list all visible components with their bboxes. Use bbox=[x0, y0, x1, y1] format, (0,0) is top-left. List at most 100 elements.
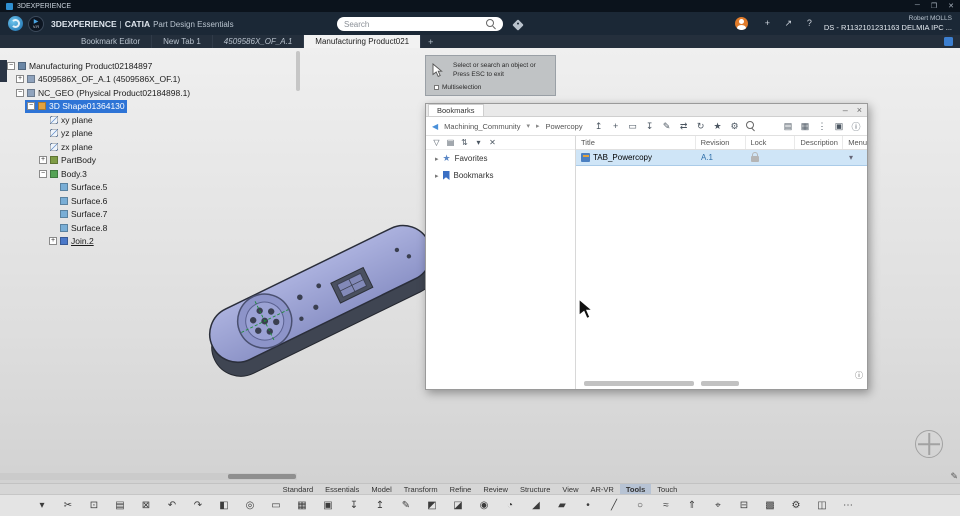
bookmark-row-selected[interactable]: TAB_Powercopy A.1 ▾ bbox=[576, 150, 867, 166]
tree-expander[interactable] bbox=[49, 183, 57, 191]
extrude-icon[interactable]: ⇑ bbox=[684, 500, 700, 511]
tree-expander[interactable]: + bbox=[16, 75, 24, 84]
group-icon[interactable]: ▤ bbox=[446, 138, 455, 147]
upload-icon[interactable]: ↥ bbox=[594, 121, 604, 132]
column-header-title[interactable]: Title bbox=[576, 136, 696, 149]
material-icon[interactable]: ▩ bbox=[762, 500, 778, 511]
tree-expander[interactable] bbox=[49, 210, 57, 218]
workspace-tab[interactable]: Manufacturing Product021 bbox=[304, 35, 422, 48]
view-icon[interactable]: ◫ bbox=[814, 500, 830, 511]
tree-item[interactable]: + 4509586X_OF_A.1 (4509586X_OF.1) bbox=[14, 73, 182, 87]
hscroll-thumb[interactable] bbox=[584, 381, 694, 386]
compass-logo-icon[interactable] bbox=[8, 16, 23, 31]
refresh-icon[interactable]: ↻ bbox=[696, 121, 706, 132]
section-icon[interactable]: ⊟ bbox=[736, 500, 752, 511]
cut-icon[interactable]: ✂ bbox=[60, 500, 76, 511]
info-icon[interactable]: ⓘ bbox=[855, 372, 863, 380]
edit-icon[interactable]: ✎ bbox=[662, 121, 672, 132]
expander-icon[interactable]: ▸ bbox=[435, 155, 439, 163]
search-icon[interactable] bbox=[486, 19, 496, 29]
settings-icon[interactable]: ⚙ bbox=[730, 121, 740, 132]
add-icon[interactable]: + bbox=[611, 121, 621, 131]
search-input[interactable]: Search bbox=[337, 17, 503, 31]
tree-expander[interactable] bbox=[49, 197, 57, 205]
settings-icon[interactable]: ⚙ bbox=[788, 500, 804, 511]
ribbon-tab[interactable]: Structure bbox=[514, 484, 556, 494]
print-icon[interactable]: ▦ bbox=[294, 500, 310, 511]
tree-item[interactable]: − NC_GEO (Physical Product02184898.1) bbox=[14, 86, 192, 100]
column-header-lock[interactable]: Lock bbox=[746, 136, 796, 149]
fillet-icon[interactable]: ◔ bbox=[502, 500, 518, 511]
measure-icon[interactable]: ⌖ bbox=[710, 500, 726, 511]
breadcrumb-caret-icon[interactable]: ▾ bbox=[526, 122, 530, 130]
tree-expander[interactable]: − bbox=[27, 102, 35, 111]
download-icon[interactable]: ↧ bbox=[645, 121, 655, 132]
tree-item[interactable]: xy plane bbox=[37, 113, 95, 127]
favorite-icon[interactable]: ★ bbox=[713, 121, 723, 132]
hscroll-thumb[interactable] bbox=[701, 381, 739, 386]
hole-icon[interactable]: ◉ bbox=[476, 500, 492, 511]
tree-expander[interactable]: − bbox=[16, 88, 24, 97]
tree-item[interactable]: + Join.2 bbox=[47, 235, 96, 249]
tree-expander[interactable] bbox=[39, 143, 47, 151]
list-view-icon[interactable]: ▤ bbox=[783, 121, 793, 132]
tree-item[interactable]: Surface.5 bbox=[47, 181, 109, 195]
options-chevron-icon[interactable]: ▾ bbox=[34, 500, 50, 511]
pocket-icon[interactable]: ◪ bbox=[450, 500, 466, 511]
multiselection-checkbox[interactable] bbox=[434, 85, 439, 91]
tree-expander[interactable]: − bbox=[39, 169, 47, 178]
tree-item[interactable]: Surface.7 bbox=[47, 208, 109, 222]
column-header-revision[interactable]: Revision bbox=[696, 136, 746, 149]
add-icon[interactable]: + bbox=[762, 18, 773, 28]
import-icon[interactable]: ↧ bbox=[346, 500, 362, 511]
info-icon[interactable]: ⓘ bbox=[851, 120, 861, 133]
ribbon-tab[interactable]: Model bbox=[365, 484, 397, 494]
paste-icon[interactable]: ▤ bbox=[112, 500, 128, 511]
line-icon[interactable]: ╱ bbox=[606, 500, 622, 511]
panel-search-icon[interactable] bbox=[745, 121, 756, 131]
tree-expander[interactable]: + bbox=[39, 156, 47, 165]
more-icon[interactable]: ⋮ bbox=[817, 121, 827, 132]
spline-icon[interactable]: ≈ bbox=[658, 500, 674, 511]
tag-icon[interactable] bbox=[512, 19, 524, 31]
help-icon[interactable]: ? bbox=[804, 18, 815, 28]
panel-close-button[interactable]: × bbox=[857, 105, 862, 115]
panel-layout-icon[interactable] bbox=[944, 37, 953, 46]
bookmarks-panel-tab[interactable]: Bookmarks bbox=[428, 104, 484, 116]
paint-icon[interactable]: ◧ bbox=[216, 500, 232, 511]
annotate-pencil-icon[interactable]: ✎ bbox=[950, 471, 958, 482]
breadcrumb-current[interactable]: Powercopy bbox=[545, 122, 582, 131]
transfer-icon[interactable]: ⇄ bbox=[679, 121, 689, 132]
close-button[interactable]: ✕ bbox=[948, 2, 954, 10]
tree-scrollbar[interactable] bbox=[296, 51, 300, 91]
workspace-tab[interactable]: New Tab 1 bbox=[152, 35, 213, 48]
export-icon[interactable]: ↥ bbox=[372, 500, 388, 511]
tree-expander[interactable] bbox=[39, 129, 47, 137]
ribbon-tab[interactable]: Tools bbox=[619, 484, 652, 494]
plane-icon[interactable]: ▰ bbox=[554, 500, 570, 511]
maximize-button[interactable]: ❐ bbox=[931, 2, 937, 10]
save-icon[interactable]: ▣ bbox=[320, 500, 336, 511]
grid-view-icon[interactable]: ▦ bbox=[800, 121, 810, 132]
new-tab-button[interactable]: + bbox=[421, 35, 440, 48]
ribbon-tab[interactable]: View bbox=[556, 484, 584, 494]
user-avatar[interactable] bbox=[734, 16, 748, 30]
new-folder-icon[interactable]: ▭ bbox=[628, 121, 638, 132]
workspace-tab[interactable]: 4509586X_OF_A.1 bbox=[213, 35, 305, 48]
more-icon[interactable]: ⋯ bbox=[840, 500, 856, 511]
tree-item[interactable]: − 3D Shape01364130 bbox=[25, 99, 127, 113]
tree-expander[interactable] bbox=[39, 116, 47, 124]
point-icon[interactable]: • bbox=[580, 500, 596, 511]
minimize-button[interactable]: ─ bbox=[915, 2, 920, 10]
pad-icon[interactable]: ◩ bbox=[424, 500, 440, 511]
tree-item[interactable]: Surface.6 bbox=[47, 194, 109, 208]
tile-view-icon[interactable]: ▣ bbox=[834, 121, 844, 132]
column-header-description[interactable]: Description bbox=[795, 136, 844, 149]
copy-icon[interactable]: ⊡ bbox=[86, 500, 102, 511]
ribbon-tab[interactable]: Transform bbox=[398, 484, 444, 494]
tree-expander[interactable]: − bbox=[7, 61, 15, 70]
workspace-tab[interactable]: Bookmark Editor bbox=[70, 35, 153, 48]
bookmarks-panel-titlebar[interactable]: Bookmarks – × bbox=[426, 104, 867, 117]
chamfer-icon[interactable]: ◢ bbox=[528, 500, 544, 511]
circle-icon[interactable]: ○ bbox=[632, 500, 648, 511]
